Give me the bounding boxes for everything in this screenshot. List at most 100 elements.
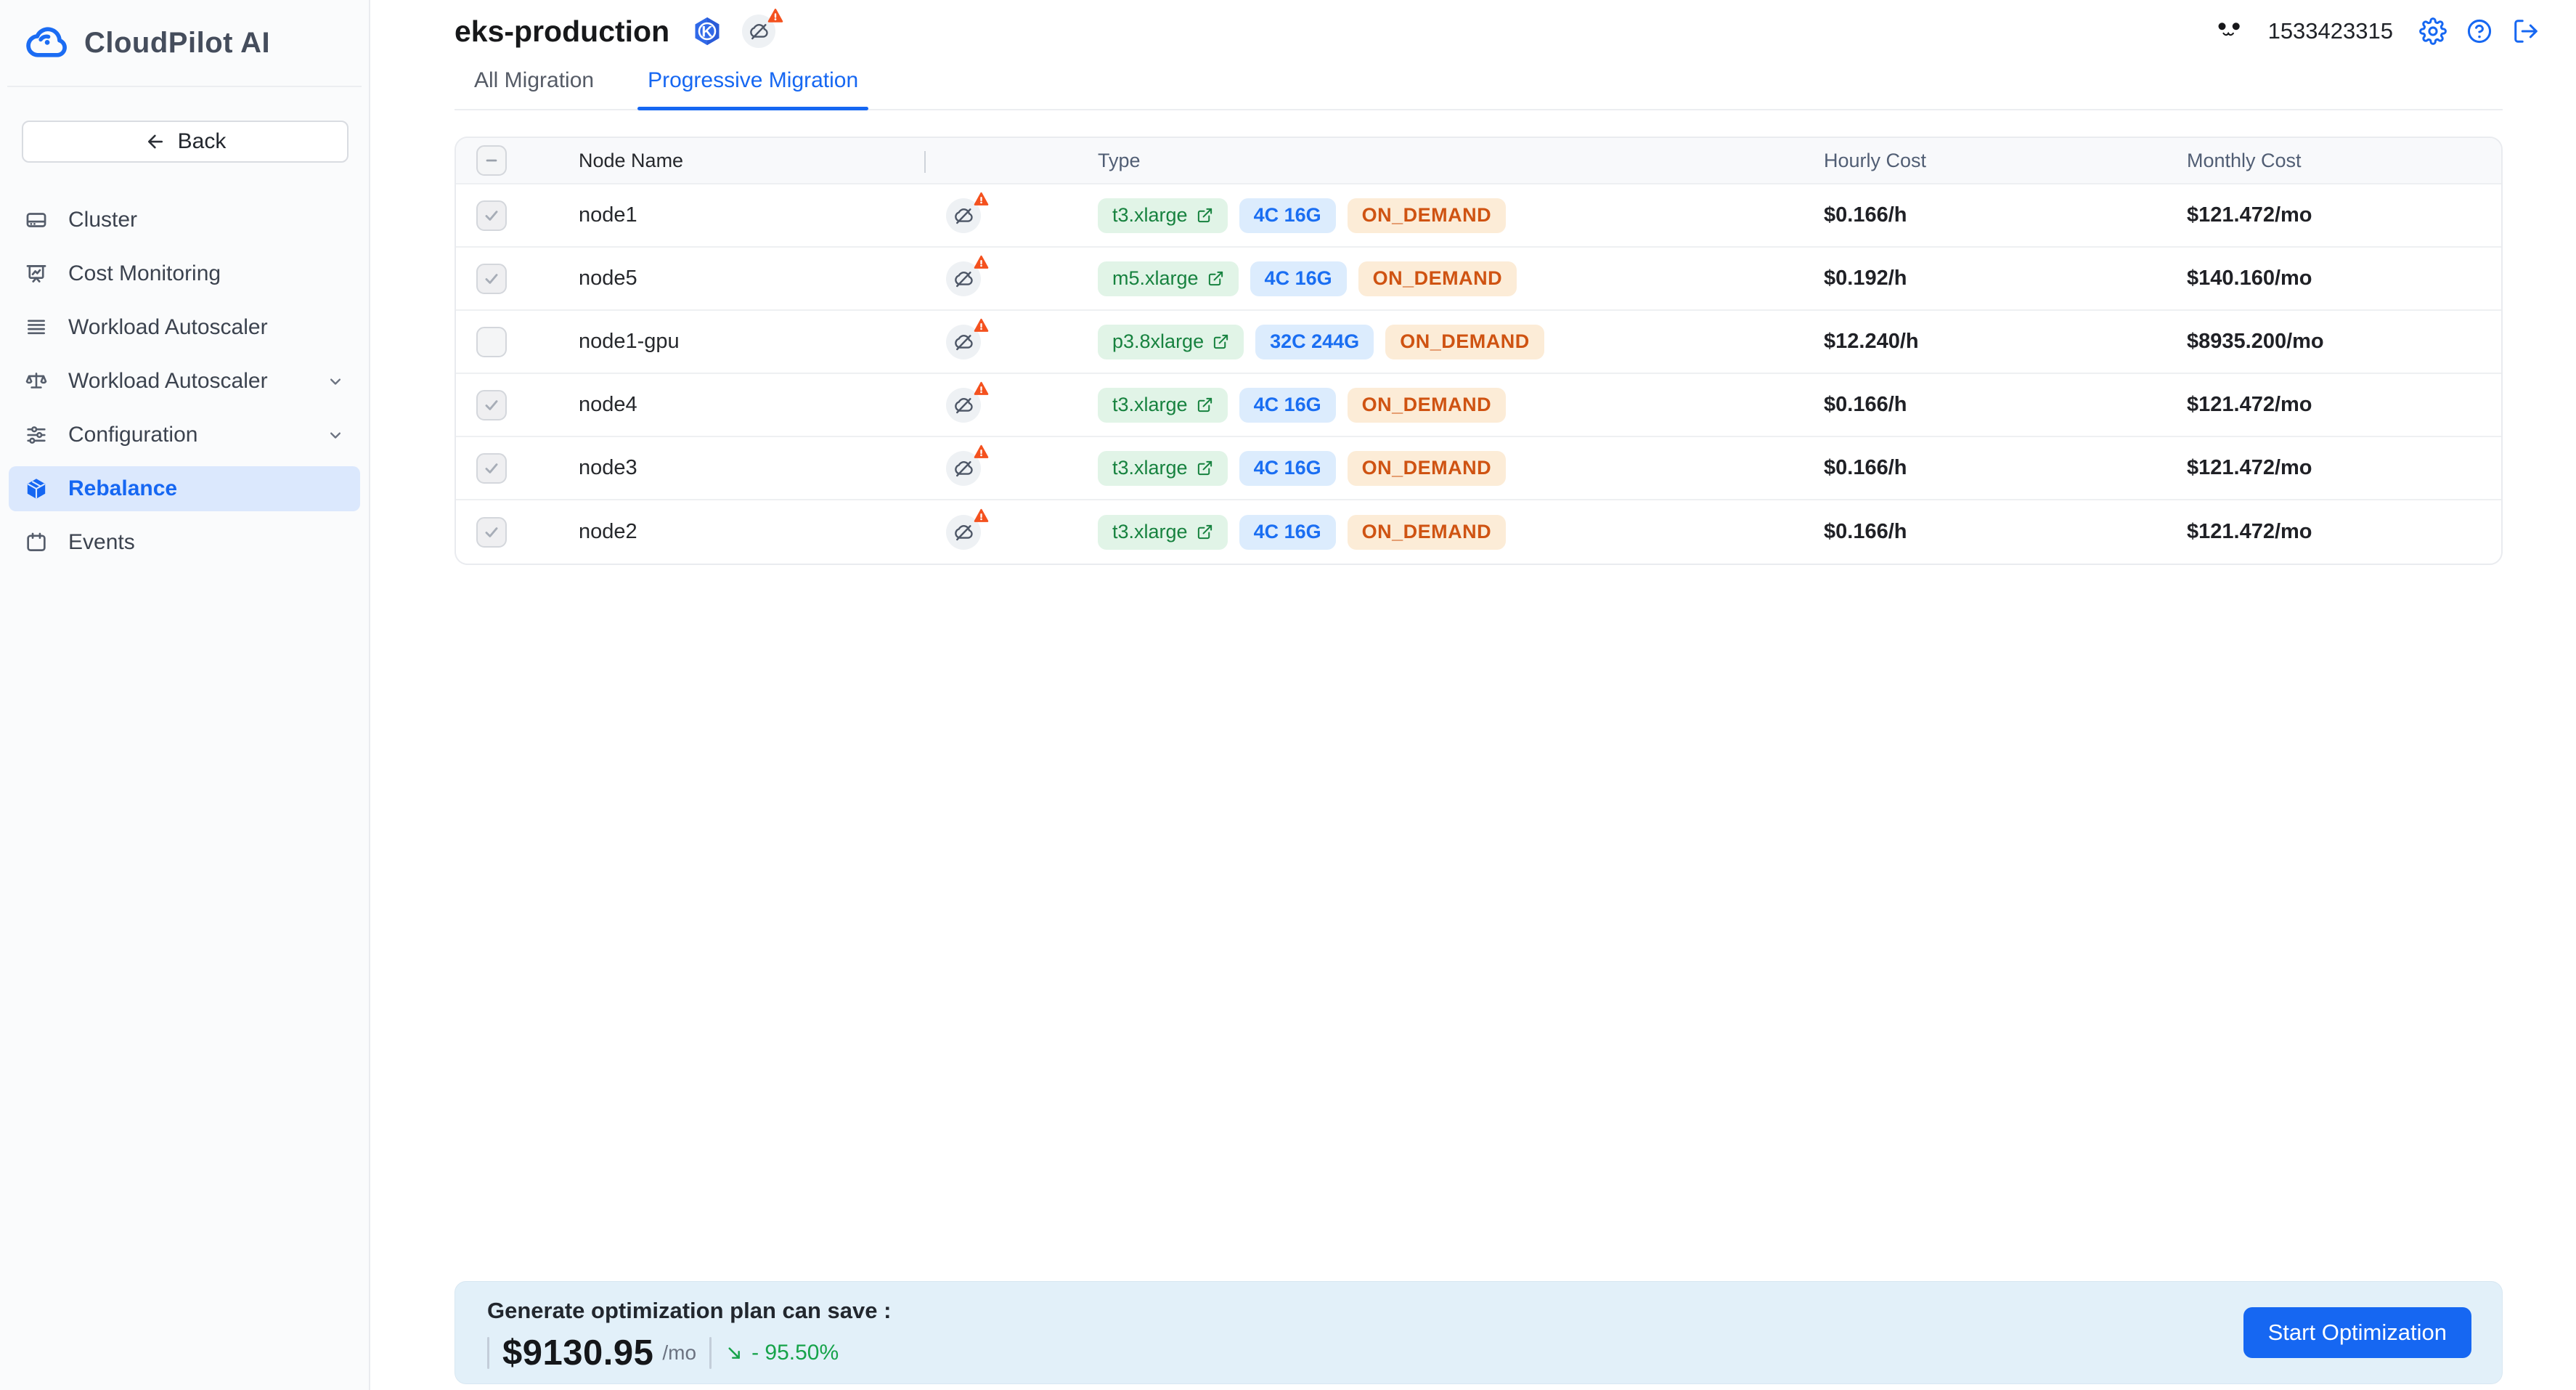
arrow-left-icon [144, 131, 166, 153]
cluster-icon [23, 207, 49, 233]
cloud-logo-icon [26, 24, 71, 62]
sidebar-item-node-list[interactable]: Workload Autoscaler [9, 305, 360, 350]
sidebar: CloudPilot AI Back Cluster Cost Monitori… [0, 0, 370, 1390]
external-link-icon [1197, 397, 1213, 413]
sidebar-item-configuration[interactable]: Configuration [9, 412, 360, 458]
row-checkbox[interactable] [476, 264, 507, 294]
instance-type: t3.xlarge [1112, 204, 1188, 227]
capacity-badge: ON_DEMAND [1348, 198, 1507, 233]
sidebar-item-cost-monitoring[interactable]: Cost Monitoring [9, 251, 360, 296]
capacity-badge: ON_DEMAND [1358, 261, 1517, 296]
start-optimization-button[interactable]: Start Optimization [2243, 1307, 2471, 1358]
table-row: node1-gpu p3.8xlarge 32C 244G ON_DEMAND … [456, 311, 2501, 374]
monthly-cost: $121.472/mo [2187, 520, 2501, 544]
main-content: eks-production K 1533423315 [370, 0, 2576, 1390]
instance-type-badge[interactable]: t3.xlarge [1098, 451, 1228, 486]
sidebar-item-label: Workload Autoscaler [68, 369, 268, 394]
back-label: Back [178, 129, 227, 154]
monthly-cost: $140.160/mo [2187, 267, 2501, 290]
column-header-type: Type [1098, 138, 1824, 183]
capacity-badge: ON_DEMAND [1385, 325, 1544, 359]
cloud-disconnected-warning-icon [946, 388, 981, 423]
specs-badge: 4C 16G [1239, 388, 1336, 423]
cluster-status-icons: K [691, 15, 775, 48]
row-checkbox[interactable] [476, 453, 507, 484]
back-button[interactable]: Back [22, 121, 349, 163]
sidebar-item-label: Cluster [68, 208, 137, 232]
cluster-name-title: eks-production [455, 15, 669, 49]
logout-icon [2512, 17, 2540, 45]
node-list-icon [23, 314, 49, 341]
sidebar-item-rebalance[interactable]: Rebalance [9, 466, 360, 511]
row-checkbox[interactable] [476, 200, 507, 231]
row-checkbox[interactable] [476, 390, 507, 420]
instance-type: t3.xlarge [1112, 521, 1188, 543]
node-name: node4 [558, 393, 924, 417]
external-link-icon [1207, 270, 1224, 287]
instance-type: t3.xlarge [1112, 394, 1188, 416]
cloud-disconnected-warning-icon [946, 261, 981, 296]
scale-icon [23, 368, 49, 394]
savings-amount: $9130.95 [502, 1333, 653, 1373]
sidebar-item-label: Rebalance [68, 476, 177, 501]
savings-percent-value: - 95.50% [751, 1341, 839, 1365]
instance-type-badge[interactable]: t3.xlarge [1098, 515, 1228, 550]
instance-type: t3.xlarge [1112, 457, 1188, 479]
sidebar-item-label: Configuration [68, 423, 197, 447]
row-checkbox[interactable] [476, 517, 507, 548]
hourly-cost: $0.166/h [1824, 520, 2187, 544]
help-button[interactable] [2466, 17, 2493, 45]
hourly-cost: $0.166/h [1824, 203, 2187, 227]
instance-type: m5.xlarge [1112, 267, 1199, 290]
row-checkbox[interactable] [476, 327, 507, 357]
tab-all-migration[interactable]: All Migration [464, 62, 604, 109]
divider [709, 1337, 712, 1369]
brand-logo: CloudPilot AI [7, 0, 362, 87]
cloud-disconnected-warning-icon [742, 15, 775, 48]
specs-badge: 4C 16G [1239, 451, 1336, 486]
tab-progressive-migration[interactable]: Progressive Migration [637, 62, 868, 109]
instance-type-badge[interactable]: m5.xlarge [1098, 261, 1239, 296]
cloud-disconnected-warning-icon [946, 198, 981, 233]
table-row: node2 t3.xlarge 4C 16G ON_DEMAND $0.166/… [456, 500, 2501, 564]
capacity-badge: ON_DEMAND [1348, 388, 1507, 423]
column-header-hourly-cost: Hourly Cost [1824, 138, 2187, 183]
node-name: node1-gpu [558, 330, 924, 354]
instance-type-badge[interactable]: t3.xlarge [1098, 388, 1228, 423]
sidebar-item-cluster[interactable]: Cluster [9, 198, 360, 243]
table-row: node1 t3.xlarge 4C 16G ON_DEMAND $0.166/… [456, 184, 2501, 248]
monthly-cost: $8935.200/mo [2187, 330, 2501, 354]
column-resize-divider[interactable] [924, 138, 1098, 183]
specs-badge: 4C 16G [1250, 261, 1347, 296]
monthly-cost: $121.472/mo [2187, 456, 2501, 480]
select-all-checkbox[interactable] [476, 145, 507, 176]
hourly-cost: $0.166/h [1824, 393, 2187, 417]
instance-type: p3.8xlarge [1112, 330, 1204, 353]
node-name: node5 [558, 267, 924, 290]
external-link-icon [1212, 333, 1229, 350]
hourly-cost: $0.192/h [1824, 267, 2187, 290]
sidebar-item-workload-autoscaler[interactable]: Workload Autoscaler [9, 359, 360, 404]
logout-button[interactable] [2512, 17, 2540, 45]
node-table: Node Name Type Hourly Cost Monthly Cost … [455, 137, 2503, 565]
settings-button[interactable] [2419, 17, 2447, 45]
table-row: node5 m5.xlarge 4C 16G ON_DEMAND $0.192/… [456, 248, 2501, 311]
sliders-icon [23, 422, 49, 448]
table-row: node4 t3.xlarge 4C 16G ON_DEMAND $0.166/… [456, 374, 2501, 437]
brand-name: CloudPilot AI [84, 27, 270, 60]
svg-text:K: K [702, 24, 714, 41]
sidebar-item-label: Events [68, 530, 135, 555]
savings-banner: Generate optimization plan can save : $9… [455, 1281, 2503, 1384]
node-name: node2 [558, 520, 924, 544]
chevron-down-icon [325, 425, 346, 445]
sidebar-item-events[interactable]: Events [9, 520, 360, 565]
kubernetes-icon: K [691, 15, 723, 48]
external-link-icon [1197, 460, 1213, 476]
savings-heading: Generate optimization plan can save : [487, 1298, 891, 1324]
cloud-disconnected-warning-icon [946, 451, 981, 486]
migration-tabs: All Migration Progressive Migration [455, 62, 2503, 110]
sidebar-item-label: Workload Autoscaler [68, 315, 268, 340]
instance-type-badge[interactable]: t3.xlarge [1098, 198, 1228, 233]
instance-type-badge[interactable]: p3.8xlarge [1098, 325, 1244, 359]
table-row: node3 t3.xlarge 4C 16G ON_DEMAND $0.166/… [456, 437, 2501, 500]
